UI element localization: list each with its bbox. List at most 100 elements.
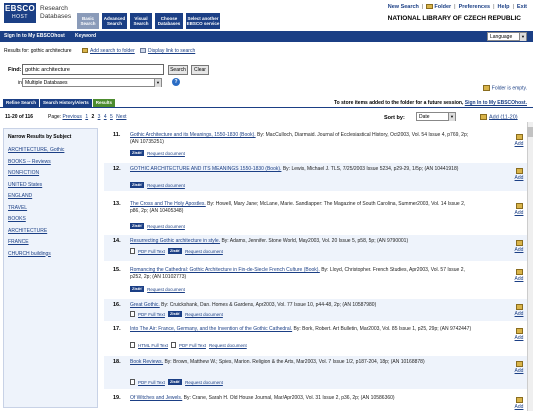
scrollbar[interactable] [527, 122, 533, 411]
add-to-folder-button[interactable]: Add [512, 397, 526, 410]
pdf-full-text-link[interactable]: PDF Full Text [179, 343, 206, 348]
result-title[interactable]: Of Witches and Jewels. [130, 395, 182, 401]
find-it-button[interactable]: Zistiť [167, 379, 183, 385]
add-to-folder-button[interactable]: Add [512, 361, 526, 374]
next-page-link[interactable]: Next [116, 114, 126, 120]
add-to-folder-button[interactable]: Add [512, 240, 526, 253]
request-document-link[interactable]: Request document [185, 380, 223, 385]
result-title[interactable]: Gothic Architecture and its Meanings, 15… [130, 132, 256, 138]
folder-link-label: Folder [434, 4, 452, 10]
request-document-link[interactable]: Request document [185, 249, 223, 254]
sidebar-item-nonfiction[interactable]: NONFICTION [8, 168, 93, 180]
product-line2: Databases [40, 13, 72, 20]
sign-in-link[interactable]: Sign In to My EBSCOhost [4, 33, 65, 39]
folder-status[interactable]: Folder is empty. [482, 85, 527, 92]
clear-button[interactable]: Clear [191, 65, 209, 75]
tab-results[interactable]: Results [92, 99, 116, 107]
sort-select-value: Date [419, 114, 430, 120]
keyword-link[interactable]: Keyword [75, 33, 96, 39]
database-select[interactable]: Multiple Databases ▼ [22, 78, 162, 87]
add-to-folder-button[interactable]: Add [512, 304, 526, 317]
scrollbar-thumb[interactable] [527, 127, 533, 137]
find-it-button[interactable]: Zistiť [167, 248, 183, 254]
result-citation: GOTHIC ARCHITECTURE AND ITS MEANINGS 155… [130, 166, 476, 173]
request-document-link[interactable]: Request document [209, 343, 247, 348]
language-select[interactable]: Language ▼ [487, 32, 527, 41]
new-search-link[interactable]: New Search [388, 4, 419, 10]
sidebar-item-books[interactable]: BOOKS [8, 214, 93, 226]
result-title[interactable]: Resurrecting Gothic architecture in styl… [130, 238, 220, 244]
preferences-link[interactable]: Preferences [459, 4, 491, 10]
help-link[interactable]: Help [498, 4, 510, 10]
html-full-text-link[interactable]: HTML Full Text [138, 343, 168, 348]
search-input[interactable]: gothic architecture [22, 64, 164, 75]
ebsco-logo[interactable]: EBSCO HOST [4, 3, 36, 23]
sidebar-item-architecture-gothic[interactable]: ARCHITECTURE, Gothic [8, 145, 93, 157]
request-document-link[interactable]: Request document [185, 312, 223, 317]
request-document-link[interactable]: Request document [147, 151, 185, 156]
request-document-link[interactable]: Request document [147, 183, 185, 188]
previous-page-link[interactable]: Previous [62, 114, 81, 120]
find-it-button[interactable]: Zistiť [130, 150, 145, 156]
tab-refine-search[interactable]: Refine Search [3, 99, 40, 107]
sidebar-item-church-buildings[interactable]: CHURCH buildings [8, 249, 93, 261]
session-sign-in-link[interactable]: Sign In to My EBSCOhost. [465, 100, 527, 106]
request-document-link[interactable]: Request document [147, 287, 185, 292]
result-title[interactable]: Great Gothic. [130, 302, 160, 308]
pdf-full-text-link[interactable]: PDF Full Text [138, 380, 165, 385]
sidebar-item-united-states[interactable]: UNITED States [8, 180, 93, 192]
sidebar-item-architecture[interactable]: ARCHITECTURE [8, 226, 93, 238]
page-link-3[interactable]: 3 [98, 114, 101, 120]
page-link-1[interactable]: 1 [85, 114, 88, 120]
session-note-text: To store items added to the folder for a… [334, 100, 464, 106]
display-link-to-search[interactable]: Display link to search [140, 48, 195, 54]
add-search-to-folder-link[interactable]: Add search to folder [82, 48, 135, 54]
add-to-folder-button[interactable]: Add [512, 203, 526, 216]
result-title[interactable]: GOTHIC ARCHITECTURE AND ITS MEANINGS 155… [130, 166, 281, 172]
result-number: 15. [113, 267, 121, 273]
help-icon[interactable]: ? [172, 78, 180, 86]
tab-choose-databases[interactable]: Choose Databases [155, 13, 183, 29]
result-title[interactable]: Into The Air: France, Germany, and the I… [130, 326, 292, 332]
add-range-link[interactable]: Add (11-20) [480, 114, 518, 120]
add-to-folder-button[interactable]: Add [512, 134, 526, 147]
find-it-button[interactable]: Zistiť [130, 286, 145, 292]
find-it-button[interactable]: Zistiť [130, 223, 145, 229]
result-list: 11. Gothic Architecture and its Meanings… [104, 125, 532, 411]
folder-icon [515, 328, 523, 334]
result-title[interactable]: Romancing the Cathedral: Gothic Architec… [130, 267, 320, 273]
sort-select[interactable]: Date ▼ [416, 112, 456, 121]
request-document-link[interactable]: Request document [147, 224, 185, 229]
folder-status-label: Folder is empty. [491, 85, 527, 92]
result-title[interactable]: Book Reviews. [130, 359, 163, 365]
sidebar-item-england[interactable]: ENGLAND [8, 191, 93, 203]
folder-link[interactable]: Folder [426, 4, 451, 10]
find-it-button[interactable]: Zistiť [167, 311, 183, 317]
add-to-folder-button[interactable]: Add [512, 328, 526, 341]
result-citation: Great Gothic. By: Cruickshank, Dan. Home… [130, 302, 476, 309]
tab-visual-search[interactable]: Visual Search [130, 13, 152, 29]
page-link-4[interactable]: 4 [104, 114, 107, 120]
tab-advanced-search[interactable]: Advanced Search [102, 13, 127, 29]
find-it-button[interactable]: Zistiť [130, 182, 145, 188]
add-to-folder-button[interactable]: Add [512, 168, 526, 181]
add-label: Add [514, 311, 524, 317]
sidebar-item-france[interactable]: FRANCE [8, 237, 93, 249]
tab-search-history[interactable]: Search History/Alerts [40, 99, 92, 107]
sidebar-item-books-reviews[interactable]: BOOKS -- Reviews [8, 157, 93, 169]
result-number: 13. [113, 201, 121, 207]
page-link-5[interactable]: 5 [110, 114, 113, 120]
add-to-folder-button[interactable]: Add [512, 269, 526, 282]
pdf-full-text-link[interactable]: PDF Full Text [138, 249, 165, 254]
sidebar-item-travel[interactable]: TRAVEL [8, 203, 93, 215]
add-label: Add [514, 175, 524, 181]
exit-link[interactable]: Exit [517, 4, 527, 10]
result-details: By: Lewis, Michael J. TLS, 7/25/2003 Iss… [282, 166, 459, 172]
tab-select-ebsco-service[interactable]: Select another EBSCO service [186, 13, 220, 29]
result-title[interactable]: The Cross and The Holy Apostles. [130, 201, 206, 207]
pdf-full-text-link[interactable]: PDF Full Text [138, 312, 165, 317]
search-button[interactable]: Search [168, 65, 188, 75]
tab-basic-search[interactable]: Basic Search [77, 13, 99, 29]
top-links: New Search | Folder | Preferences | Help… [388, 4, 527, 10]
result-item: 13. The Cross and The Holy Apostles. By:… [104, 198, 532, 232]
